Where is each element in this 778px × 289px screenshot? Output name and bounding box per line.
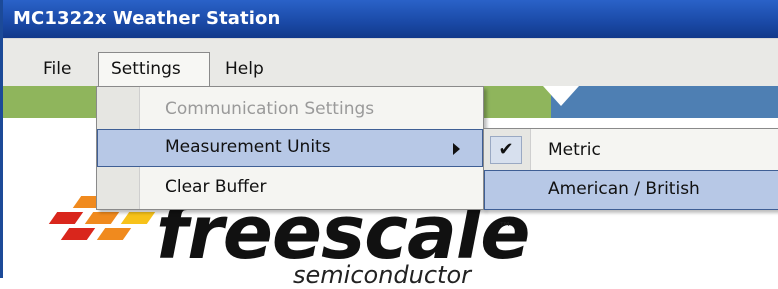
menu-item-measurement-units[interactable]: Measurement Units xyxy=(97,129,483,167)
submenu-item-american-british[interactable]: American / British xyxy=(484,170,778,210)
logo-dot xyxy=(48,212,84,224)
menu-file[interactable]: File xyxy=(31,53,83,87)
submenu-item-metric[interactable]: ✔ Metric xyxy=(484,131,778,171)
measurement-units-submenu: ✔ Metric American / British xyxy=(483,128,778,210)
app-window: MC1322x Weather Station File Settings He… xyxy=(0,0,778,287)
menu-item-label: Communication Settings xyxy=(165,99,375,119)
logo-dot xyxy=(84,212,120,224)
submenu-item-label: American / British xyxy=(548,179,700,199)
submenu-arrow-icon xyxy=(453,143,460,155)
logo-dot xyxy=(96,228,132,240)
logo-tagline: semiconductor xyxy=(293,261,472,289)
settings-dropdown-menu: Communication Settings Measurement Units… xyxy=(96,86,484,210)
menu-bar: File Settings Help xyxy=(3,38,778,88)
menu-help[interactable]: Help xyxy=(213,53,276,87)
menu-item-communication-settings[interactable]: Communication Settings xyxy=(97,91,483,129)
header-banner-blue xyxy=(551,86,778,118)
trademark-symbol: ™ xyxy=(498,220,512,236)
checkmark-icon: ✔ xyxy=(490,136,522,164)
menu-item-label: Clear Buffer xyxy=(165,177,267,197)
logo-dot xyxy=(60,228,96,240)
banner-notch xyxy=(543,86,579,106)
menu-settings[interactable]: Settings xyxy=(98,52,210,88)
menu-item-clear-buffer[interactable]: Clear Buffer xyxy=(97,169,483,207)
title-bar[interactable]: MC1322x Weather Station xyxy=(3,0,778,38)
menu-item-label: Measurement Units xyxy=(165,137,331,157)
submenu-item-label: Metric xyxy=(548,140,601,160)
window-title: MC1322x Weather Station xyxy=(13,8,281,29)
